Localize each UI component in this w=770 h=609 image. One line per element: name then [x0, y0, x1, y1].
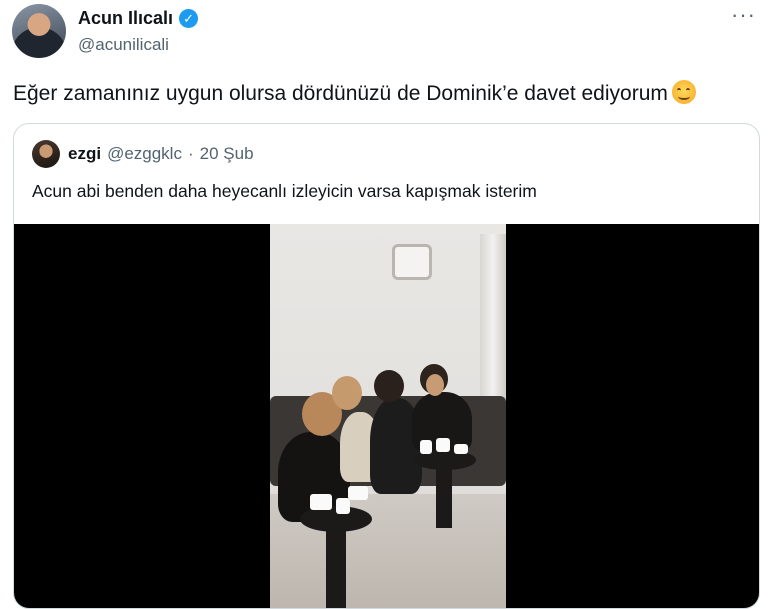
- tweet-body: Eğer zamanınız uygun olursa dördünüzü de…: [13, 82, 668, 105]
- viewer-head: [374, 370, 404, 402]
- cup-image: [310, 494, 332, 510]
- cup-image: [348, 486, 368, 500]
- viewer-head: [332, 376, 362, 410]
- more-options-icon[interactable]: ···: [731, 2, 756, 28]
- video-frame: [270, 224, 506, 608]
- cup-image: [454, 444, 468, 454]
- quoted-tweet-header: ezgi @ezggklc · 20 Şub: [68, 144, 254, 164]
- author-handle[interactable]: @acunilicali: [78, 35, 169, 55]
- quoted-author-handle[interactable]: @ezggklc: [107, 144, 182, 164]
- quoted-author-avatar[interactable]: [32, 140, 60, 168]
- author-name-row[interactable]: Acun Ilıcalı ✓: [78, 8, 199, 29]
- quoted-author-name[interactable]: ezgi: [68, 144, 101, 164]
- quoted-tweet-text: Acun abi benden daha heyecanlı izleyicin…: [32, 181, 537, 201]
- author-name[interactable]: Acun Ilıcalı: [78, 8, 173, 29]
- header-separator: ·: [187, 144, 194, 163]
- cup-image: [336, 498, 350, 514]
- cup-image: [420, 440, 432, 454]
- cup-image: [436, 438, 450, 452]
- smiling-face-emoji-icon: [671, 80, 696, 104]
- quoted-tweet-video[interactable]: [14, 224, 759, 608]
- side-table-left-leg: [326, 524, 346, 608]
- quoted-tweet-card[interactable]: ezgi @ezggklc · 20 Şub Acun abi benden d…: [13, 123, 760, 609]
- author-avatar[interactable]: [12, 4, 66, 58]
- side-table-right-leg: [436, 464, 452, 528]
- viewer-face: [426, 374, 444, 396]
- quoted-tweet-date[interactable]: 20 Şub: [200, 144, 254, 164]
- tweet-text: Eğer zamanınız uygun olursa dördünüzü de…: [13, 80, 696, 106]
- verified-badge-icon: ✓: [179, 9, 199, 28]
- wall-fan-image: [392, 244, 432, 280]
